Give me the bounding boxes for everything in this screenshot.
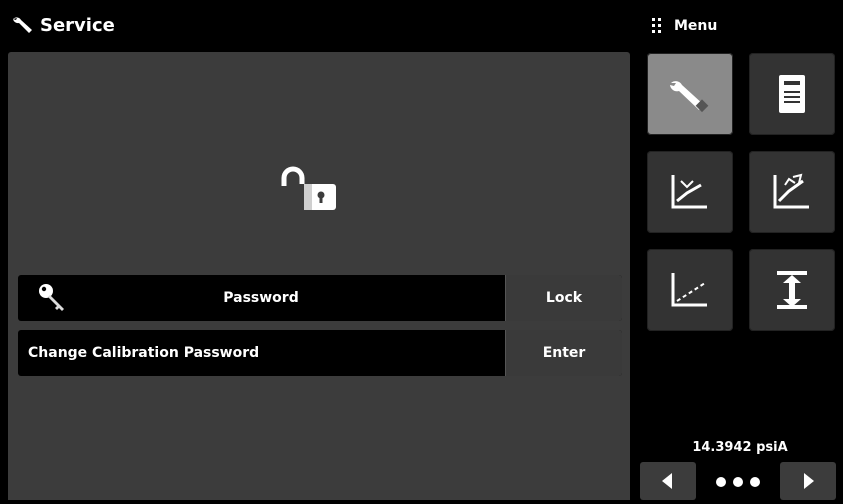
linear-graph-icon (671, 273, 707, 307)
tile-document[interactable] (749, 53, 835, 135)
password-row: Password Lock (18, 275, 622, 321)
calibration-password-label: Change Calibration Password (28, 345, 260, 361)
menu-label: Menu (674, 18, 718, 34)
wrench-icon (13, 17, 32, 33)
range-height-icon (777, 271, 807, 309)
tile-service[interactable] (647, 53, 733, 135)
calibration-adjust-icon (773, 173, 809, 209)
next-page-button[interactable] (780, 462, 836, 500)
lock-button[interactable]: Lock (505, 275, 622, 321)
arrow-left-icon (662, 473, 672, 489)
arrow-right-icon (804, 473, 814, 489)
tile-range-height[interactable] (749, 249, 835, 331)
calibration-curve-icon (671, 175, 707, 209)
tile-linear-graph[interactable] (647, 249, 733, 331)
document-icon (779, 75, 805, 113)
grip-dots-icon (652, 18, 662, 34)
pressure-reading: 14.3942 psiA (692, 440, 788, 455)
service-panel: Password Lock Change Calibration Passwor… (8, 52, 630, 500)
calibration-password-row: Change Calibration Password Enter (18, 330, 622, 376)
page-title: Service (40, 15, 115, 36)
wrench-icon (670, 81, 709, 113)
title-bar: Service (0, 0, 630, 52)
enter-button[interactable]: Enter (505, 330, 622, 376)
page-indicator (700, 462, 776, 500)
unlocked-padlock-icon[interactable] (278, 164, 340, 212)
password-label: Password (223, 290, 299, 306)
pager (640, 462, 836, 500)
tile-calibration-curve[interactable] (647, 151, 733, 233)
previous-page-button[interactable] (640, 462, 696, 500)
tile-calibration-adjust[interactable] (749, 151, 835, 233)
